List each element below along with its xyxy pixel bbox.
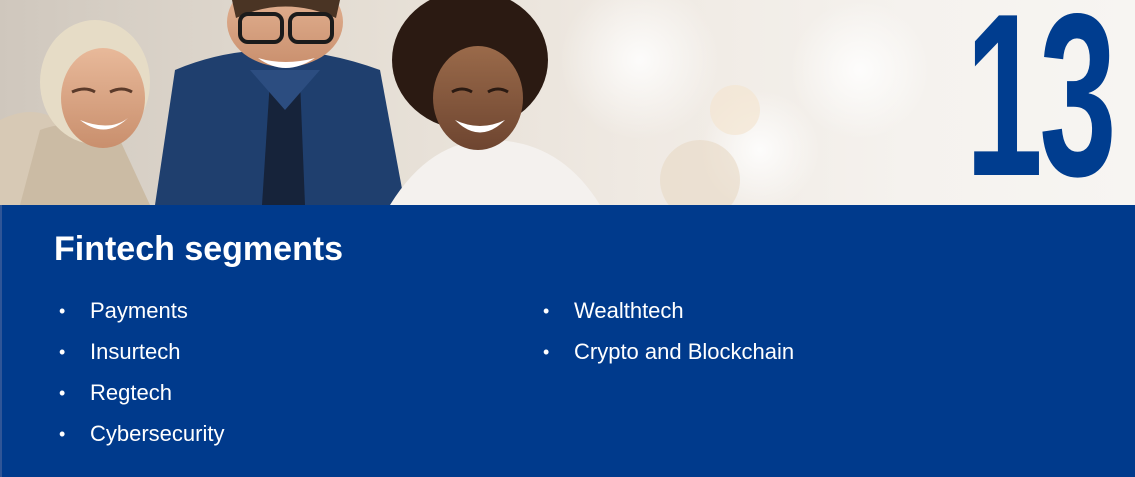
list-item-label: Regtech — [90, 380, 172, 405]
bullet-icon: • — [543, 301, 550, 321]
list-item-label: Cybersecurity — [90, 421, 225, 446]
bullet-icon: • — [59, 301, 66, 321]
list-item: • Cybersecurity — [58, 420, 224, 461]
bullet-icon: • — [59, 342, 66, 362]
segments-list-left: • Payments • Insurtech • Regtech • Cybersecu… — [58, 297, 224, 461]
list-item: • Insurtech — [58, 338, 224, 379]
bullet-icon: • — [543, 342, 550, 362]
slide-number: 13 — [965, 0, 1116, 205]
slide-title: Fintech segments — [54, 230, 344, 268]
list-item-label: Insurtech — [90, 339, 181, 364]
list-item-label: Crypto and Blockchain — [574, 339, 795, 364]
hero-photo: 13 — [0, 0, 1135, 205]
list-item: • Regtech — [58, 379, 224, 420]
list-item: • Crypto and Blockchain — [542, 338, 794, 379]
content-panel: Fintech segments • Payments • Insurtech • R… — [0, 205, 1135, 477]
bullet-icon: • — [59, 383, 66, 403]
list-item-label: Payments — [90, 298, 188, 323]
list-item: • Payments — [58, 297, 224, 338]
list-item-label: Wealthtech — [574, 298, 684, 323]
bullet-icon: • — [59, 424, 66, 444]
list-item: • Wealthtech — [542, 297, 794, 338]
segments-list-right: • Wealthtech • Crypto and Blockchain — [542, 297, 794, 379]
slide: 13 Fintech segments • Payments • Insurtech… — [0, 0, 1135, 477]
